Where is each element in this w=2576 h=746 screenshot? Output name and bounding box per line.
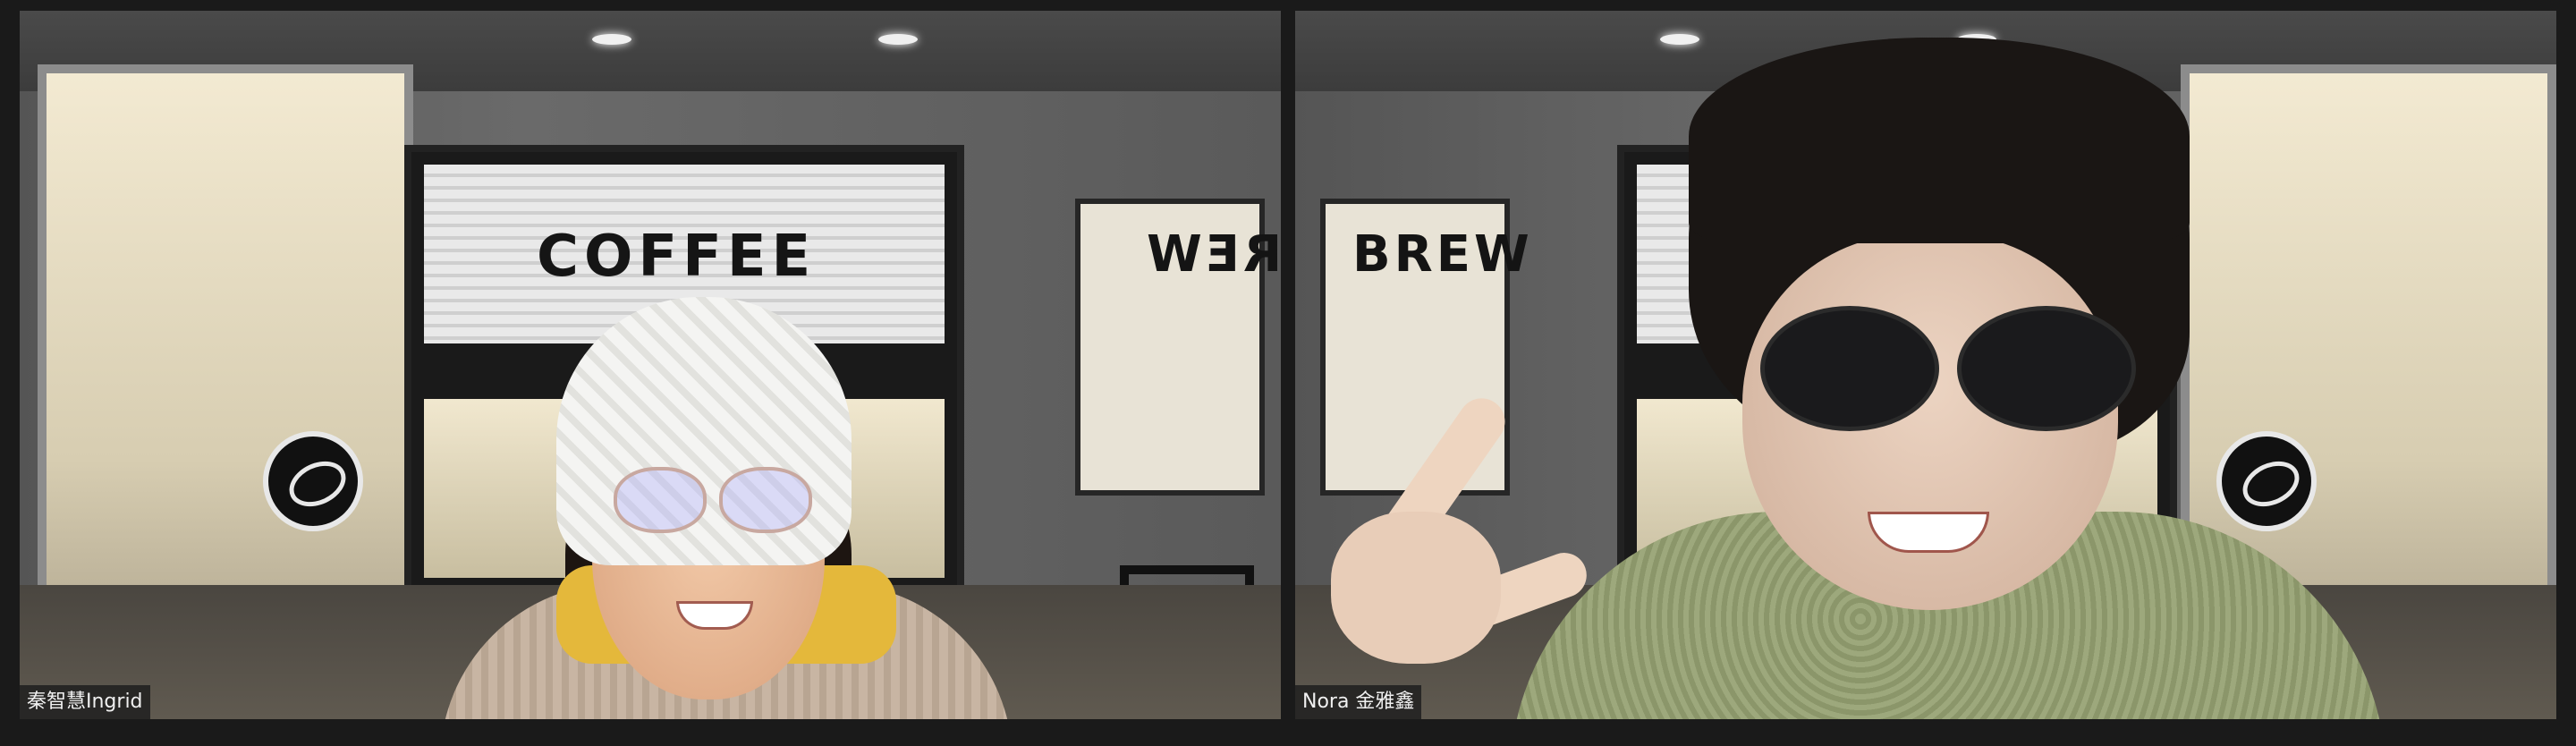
brew-panel-text: BREW (1143, 225, 1281, 284)
participant-tile-ingrid[interactable]: COFFEE BREW 秦智慧Ingrid (20, 11, 1281, 719)
participant-name-tag: Nora 金雅鑫 (1295, 685, 1422, 719)
brew-panel-text: BREW (1352, 225, 1533, 284)
ceiling-light (1660, 34, 1699, 45)
bangs (1689, 38, 2190, 243)
glasses (614, 467, 812, 533)
coffee-sign: COFFEE (537, 224, 817, 290)
participant-name-tag: 秦智慧Ingrid (20, 685, 150, 719)
ceiling-light (878, 34, 918, 45)
brew-logo-icon (263, 431, 363, 531)
brew-logo-icon (2216, 431, 2317, 531)
participant-tile-nora[interactable]: BREW Nora 金雅鑫 (1295, 11, 2556, 719)
video-gallery: COFFEE BREW 秦智慧Ingrid (0, 0, 2576, 746)
brew-panel: BREW (1075, 199, 1281, 496)
sunglasses (1760, 306, 2136, 431)
peace-sign-hand (1295, 386, 1593, 673)
ceiling-light (592, 34, 631, 45)
